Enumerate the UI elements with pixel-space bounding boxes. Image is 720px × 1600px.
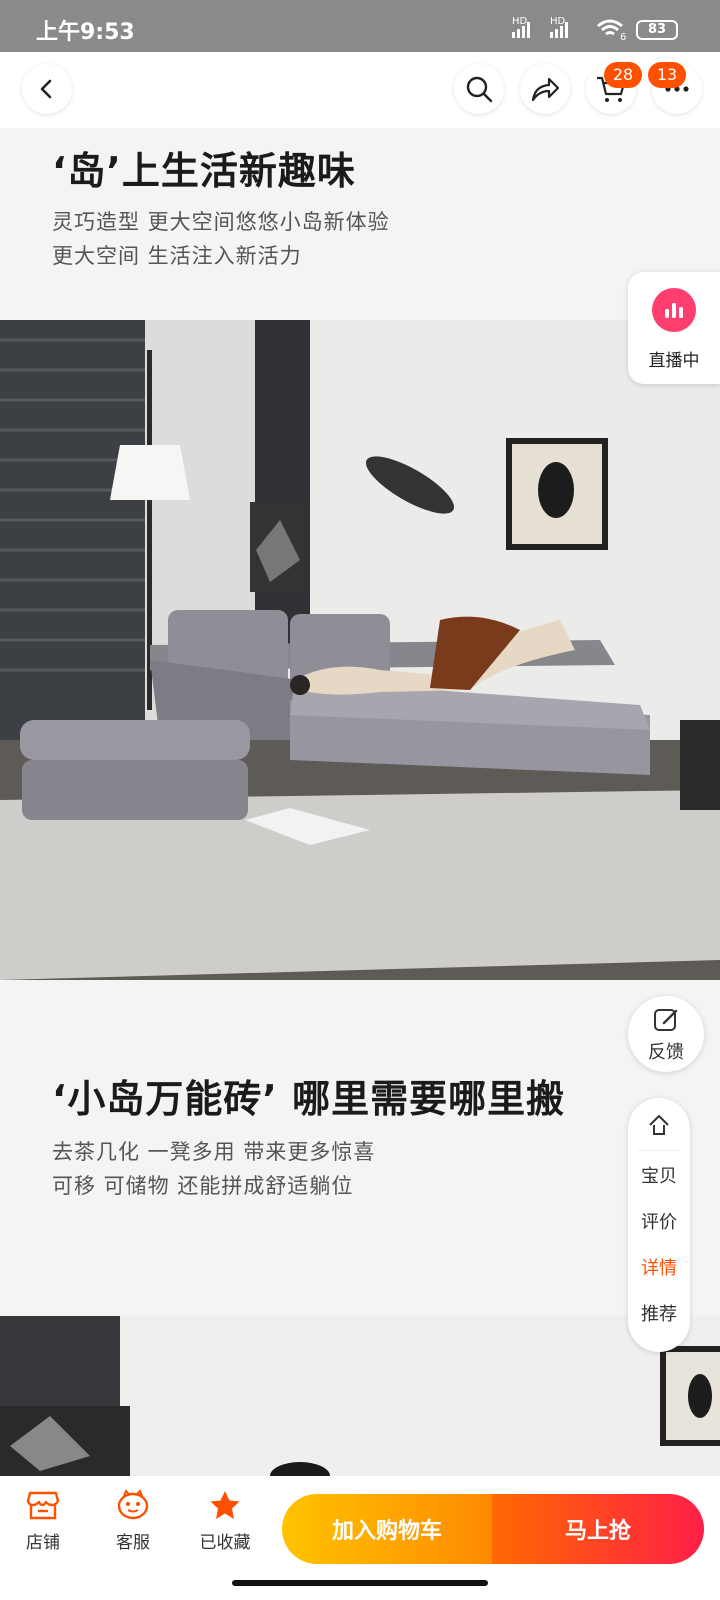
store-icon [26, 1488, 60, 1522]
side-nav-item-baobei[interactable]: 宝贝 [628, 1162, 690, 1188]
favorite-button[interactable]: 已收藏 [190, 1488, 260, 1553]
section-side-nav: 宝贝 评价 详情 推荐 [628, 1098, 690, 1352]
cart-badge: 28 [604, 62, 642, 88]
more-button[interactable]: 13 [648, 62, 702, 114]
live-bars-icon [652, 288, 696, 332]
section-subtitle-line: 可移 可储物 还能拼成舒适躺位 [52, 1174, 354, 1198]
back-to-top-icon[interactable] [646, 1112, 672, 1138]
section-subtitle-line: 去茶几化 一凳多用 带来更多惊喜 [52, 1140, 376, 1164]
battery-icon: 83 [636, 20, 678, 40]
section-subtitle-line: 更大空间 生活注入新活力 [52, 244, 302, 268]
side-nav-item-recommend[interactable]: 推荐 [628, 1300, 690, 1326]
section-headline: ‘小岛万能砖’ 哪里需要哪里搬 [52, 1077, 566, 1121]
divider [638, 1150, 680, 1151]
add-to-cart-button[interactable]: 加入购物车 [282, 1494, 492, 1564]
customer-service-label: 客服 [116, 1533, 150, 1553]
signal-icon [512, 22, 530, 38]
share-icon [531, 77, 560, 102]
room-illustration-partial [0, 1316, 720, 1476]
store-button[interactable]: 店铺 [8, 1488, 78, 1553]
buy-now-button[interactable]: 马上抢 [492, 1494, 704, 1564]
feedback-label: 反馈 [648, 1042, 684, 1063]
live-label: 直播中 [648, 351, 700, 371]
edit-icon [654, 1009, 678, 1031]
feedback-button[interactable]: 反馈 [628, 996, 704, 1072]
status-bar: 上午9:53 HD HD 6 83 [0, 0, 720, 52]
share-button[interactable] [520, 64, 570, 114]
signal-icon-2 [550, 22, 568, 38]
star-filled-icon [208, 1488, 242, 1522]
sofa-room-illustration [0, 320, 720, 980]
section-headline: ‘岛’上生活新趣味 [52, 149, 356, 193]
favorite-label: 已收藏 [199, 1533, 251, 1553]
top-nav: 28 13 [0, 52, 720, 128]
customer-service-button[interactable]: 客服 [98, 1488, 168, 1553]
more-badge: 13 [648, 62, 686, 88]
customer-service-icon [116, 1488, 150, 1522]
section-subtitle-line: 灵巧造型 更大空间悠悠小岛新体验 [52, 210, 390, 234]
wifi-sub-label: 6 [620, 32, 627, 43]
cart-button[interactable]: 28 [586, 62, 642, 114]
product-detail-image-2 [0, 1316, 720, 1476]
home-indicator[interactable] [232, 1580, 488, 1586]
search-icon [466, 76, 493, 103]
detail-text-block-1: ‘岛’上生活新趣味 灵巧造型 更大空间悠悠小岛新体验 更大空间 生活注入新活力 [0, 128, 720, 320]
status-time: 上午9:53 [36, 20, 135, 45]
search-button[interactable] [454, 64, 504, 114]
live-stream-widget[interactable]: 直播中 [628, 272, 720, 384]
side-nav-item-reviews[interactable]: 评价 [628, 1208, 690, 1234]
side-nav-item-details[interactable]: 详情 [628, 1254, 690, 1280]
chevron-left-icon [40, 79, 52, 99]
back-button[interactable] [22, 64, 72, 114]
store-label: 店铺 [26, 1533, 60, 1553]
detail-text-block-2: ‘小岛万能砖’ 哪里需要哪里搬 去茶几化 一凳多用 带来更多惊喜 可移 可储物 … [0, 980, 720, 1316]
product-detail-image [0, 320, 720, 980]
